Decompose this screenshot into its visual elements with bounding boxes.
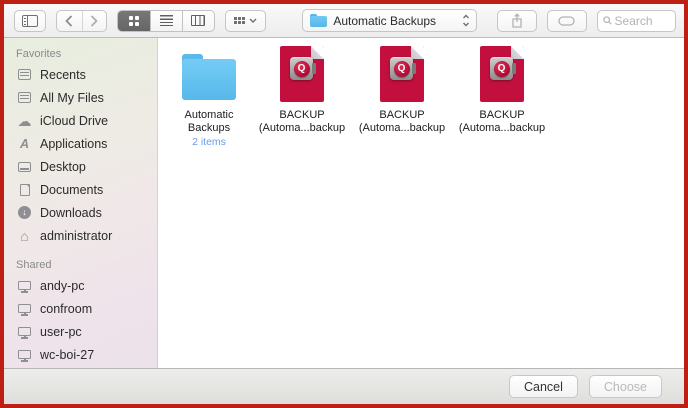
dialog-footer: Cancel Choose	[4, 368, 684, 404]
choose-button[interactable]: Choose	[589, 375, 662, 398]
forward-button[interactable]	[82, 11, 107, 31]
sidebar-item-confroom[interactable]: confroom	[4, 297, 157, 320]
search-field[interactable]	[597, 10, 676, 32]
folder-icon	[310, 14, 327, 27]
tag-icon	[558, 16, 575, 26]
search-input[interactable]	[615, 14, 670, 28]
documents-icon	[16, 184, 33, 196]
display-icon	[16, 281, 33, 290]
history-nav-group	[56, 10, 108, 32]
sidebar-item-wc-boi-27[interactable]: wc-boi-27	[4, 343, 157, 366]
file-item-backup-1[interactable]: Q BACKUP (Automa...backup	[252, 42, 352, 134]
sidebar-item-label: administrator	[40, 229, 112, 243]
sidebar-toggle-icon	[22, 15, 38, 27]
shared-header: Shared	[4, 247, 157, 274]
icon-view-button[interactable]	[118, 11, 150, 31]
folder-item-automatic-backups[interactable]: Automatic Backups 2 items	[166, 42, 252, 148]
sidebar-item-icloud-drive[interactable]: ☁ iCloud Drive	[4, 109, 157, 132]
folder-item-count: 2 items	[192, 136, 226, 148]
arrange-icon	[234, 17, 245, 24]
sidebar-item-label: Downloads	[40, 206, 102, 220]
folder-location-label: Automatic Backups	[333, 14, 456, 28]
favorites-header: Favorites	[4, 42, 157, 63]
finder-choose-dialog: Automatic Backups	[0, 0, 688, 408]
cancel-button[interactable]: Cancel	[509, 375, 578, 398]
sidebar-item-applications[interactable]: A Applications	[4, 132, 157, 155]
sidebar-item-label: user-pc	[40, 325, 82, 339]
sidebar-item-desktop[interactable]: Desktop	[4, 155, 157, 178]
sidebar-item-andy-pc[interactable]: andy-pc	[4, 274, 157, 297]
tray-icon	[16, 92, 33, 103]
folder-icon	[182, 54, 236, 100]
sidebar-item-label: All My Files	[40, 91, 104, 105]
display-icon	[16, 327, 33, 336]
sidebar-toggle-button[interactable]	[14, 10, 46, 32]
quicken-backup-file-icon: Q	[280, 46, 324, 102]
desktop-icon	[16, 162, 33, 172]
column-view-icon	[191, 15, 205, 26]
sidebar-item-label: Desktop	[40, 160, 86, 174]
share-icon	[511, 13, 523, 28]
file-browser-area: Automatic Backups 2 items Q BACKUP (Auto…	[158, 38, 684, 368]
chevron-up-down-icon	[462, 14, 470, 27]
chevron-right-icon	[90, 15, 98, 27]
sidebar-item-label: confroom	[40, 302, 92, 316]
sidebar-item-downloads[interactable]: ↓ Downloads	[4, 201, 157, 224]
cloud-icon: ☁	[16, 114, 33, 128]
sidebar-item-label: iCloud Drive	[40, 114, 108, 128]
quicken-backup-file-icon: Q	[380, 46, 424, 102]
back-button[interactable]	[57, 11, 82, 31]
display-icon	[16, 304, 33, 313]
item-label: BACKUP (Automa...backup	[359, 109, 445, 134]
q-badge: Q	[394, 61, 410, 77]
search-icon	[603, 15, 612, 26]
sidebar-item-label: andy-pc	[40, 279, 84, 293]
arrange-menu-button[interactable]	[225, 10, 267, 32]
applications-icon: A	[16, 137, 33, 151]
toolbar: Automatic Backups	[4, 4, 684, 38]
sidebar-item-documents[interactable]: Documents	[4, 178, 157, 201]
q-badge: Q	[294, 61, 310, 77]
item-label: BACKUP (Automa...backup	[459, 109, 545, 134]
chevron-down-icon	[249, 18, 257, 23]
share-button[interactable]	[497, 10, 537, 32]
item-label: Automatic Backups	[185, 109, 234, 134]
sidebar-item-label: Documents	[40, 183, 103, 197]
sidebar-item-recents[interactable]: Recents	[4, 63, 157, 86]
list-view-icon	[160, 15, 173, 26]
home-icon: ⌂	[16, 229, 33, 243]
sidebar-item-all-my-files[interactable]: All My Files	[4, 86, 157, 109]
content-area: Favorites Recents All My Files ☁ iCloud …	[4, 38, 684, 368]
sidebar-item-user-pc[interactable]: user-pc	[4, 320, 157, 343]
tray-icon	[16, 69, 33, 80]
column-view-button[interactable]	[182, 11, 214, 31]
sidebar: Favorites Recents All My Files ☁ iCloud …	[4, 38, 158, 368]
tags-button[interactable]	[547, 10, 587, 32]
sidebar-item-administrator[interactable]: ⌂ administrator	[4, 224, 157, 247]
view-mode-segmented-control	[117, 10, 214, 32]
quicken-backup-file-icon: Q	[480, 46, 524, 102]
chevron-left-icon	[65, 15, 73, 27]
display-icon	[16, 350, 33, 359]
sidebar-item-label: wc-boi-27	[40, 348, 94, 362]
list-view-button[interactable]	[150, 11, 182, 31]
sidebar-item-label: Recents	[40, 68, 86, 82]
q-badge: Q	[494, 61, 510, 77]
file-item-backup-2[interactable]: Q BACKUP (Automa...backup	[352, 42, 452, 134]
grid-view-icon	[129, 16, 139, 26]
downloads-icon: ↓	[16, 206, 33, 219]
sidebar-item-label: Applications	[40, 137, 107, 151]
folder-location-dropdown[interactable]: Automatic Backups	[302, 9, 477, 32]
item-label: BACKUP (Automa...backup	[259, 109, 345, 134]
file-item-backup-3[interactable]: Q BACKUP (Automa...backup	[452, 42, 552, 134]
